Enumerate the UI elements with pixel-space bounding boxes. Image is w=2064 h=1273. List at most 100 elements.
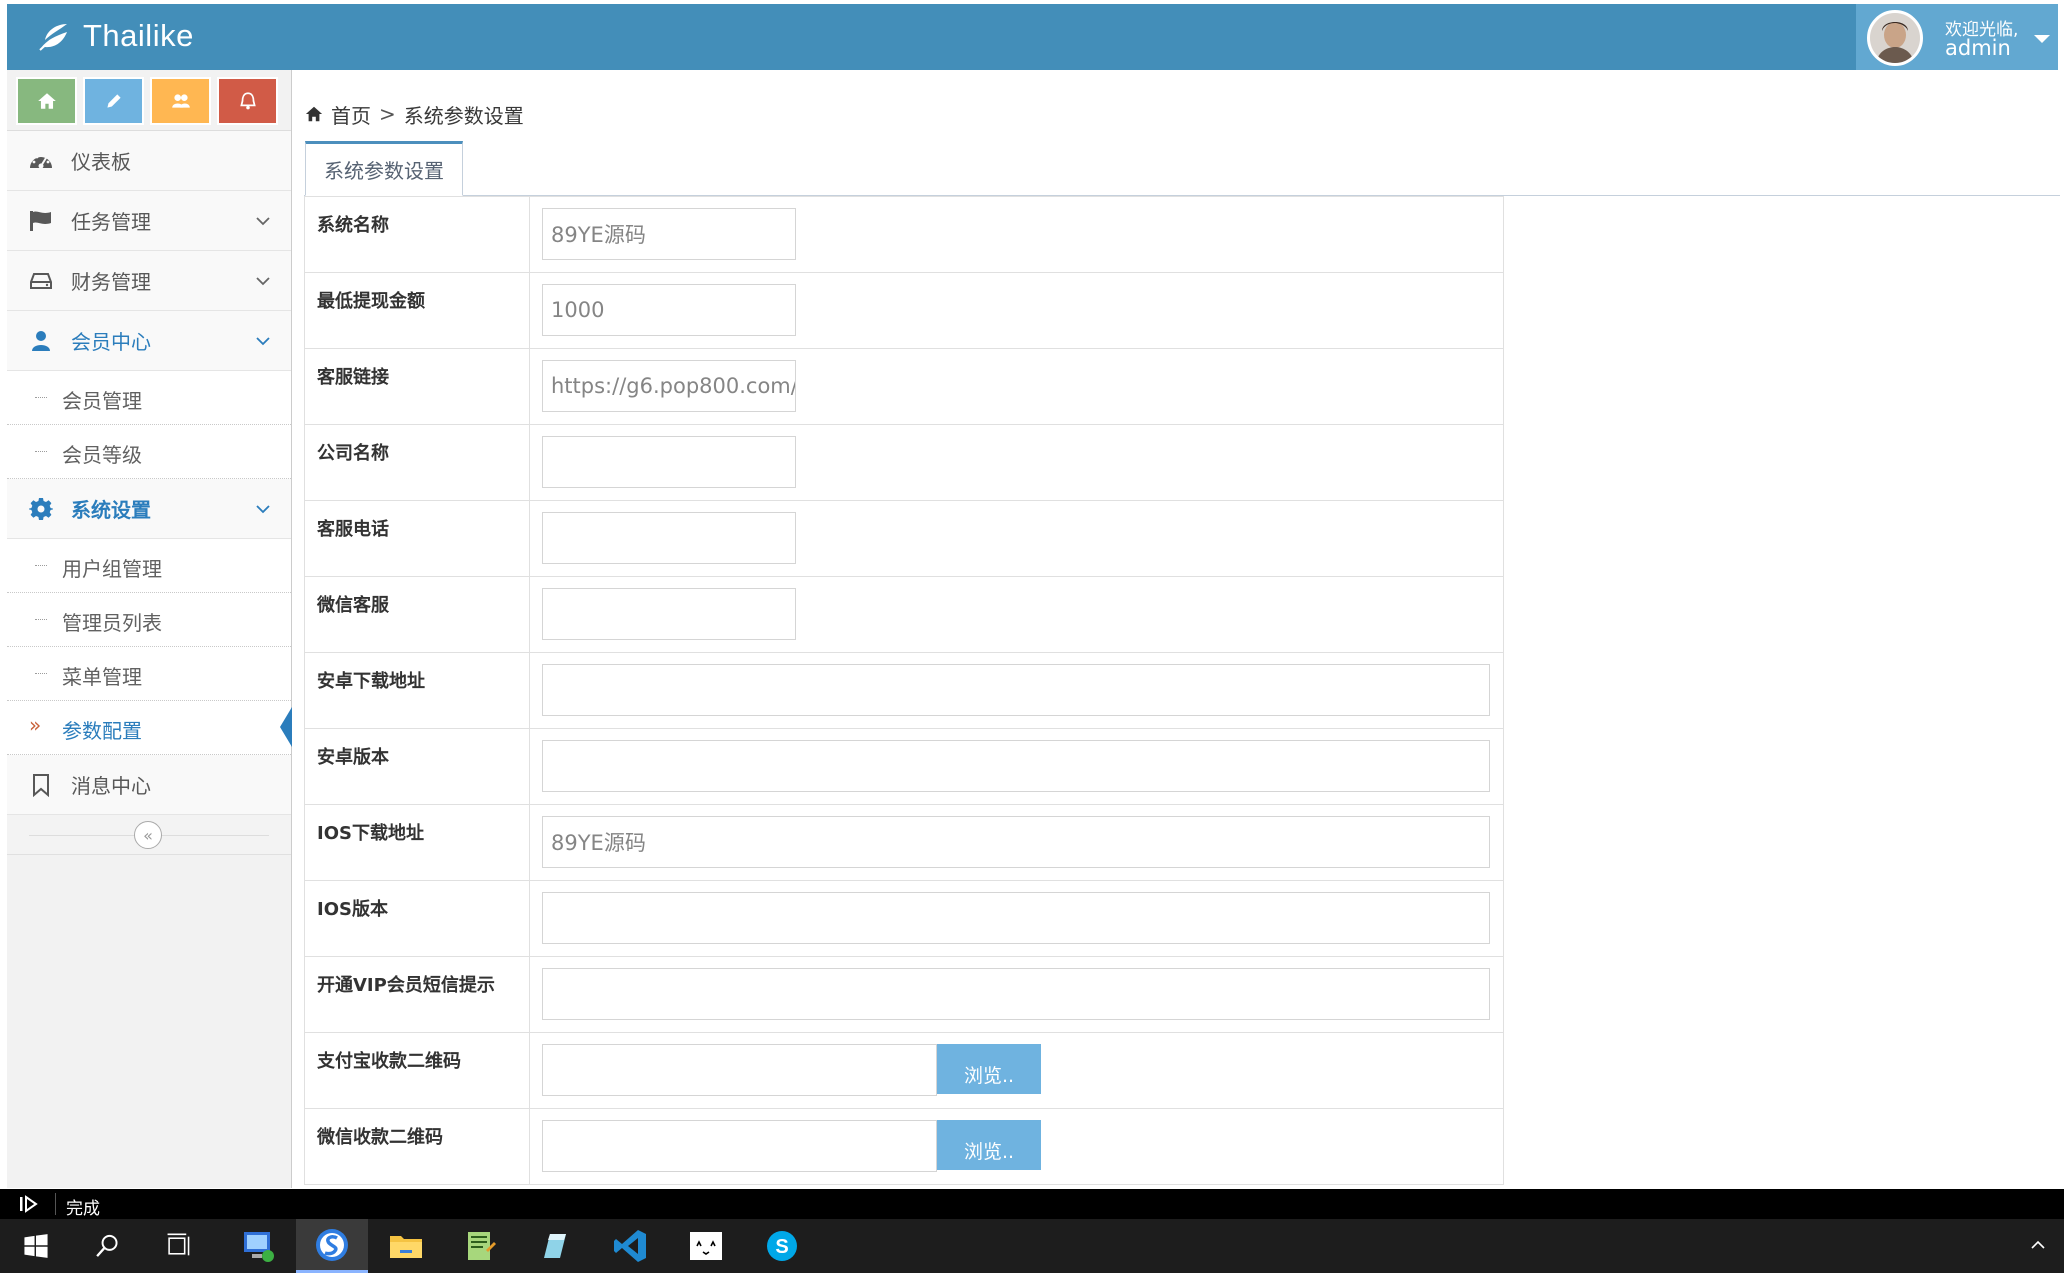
shortcut-home-button[interactable] <box>16 77 77 125</box>
brand-logo[interactable]: Thailike <box>37 16 194 56</box>
breadcrumb-home-link[interactable]: 首页 <box>331 100 371 129</box>
text-input[interactable] <box>542 512 796 564</box>
settings-form: 系统名称 89YE源码 最低提现金额 1000 客服链接 https://g6.pop80… <box>304 196 1504 1185</box>
shortcut-users-button[interactable] <box>150 77 211 125</box>
svg-text:S: S <box>775 1236 788 1258</box>
skype-icon: S <box>767 1231 797 1261</box>
field-cell: 1000 <box>529 272 1504 349</box>
leaf-icon <box>39 24 67 51</box>
form-row: 系统名称 89YE源码 <box>304 196 1504 273</box>
form-row: 支付宝收款二维码 浏览.. <box>304 1032 1504 1109</box>
form-row: 安卓下载地址 <box>304 652 1504 729</box>
cat-app-icon <box>690 1232 722 1260</box>
field-label: 安卓下载地址 <box>304 652 530 729</box>
file-explorer-icon <box>390 1236 422 1258</box>
vscode-icon <box>614 1230 646 1262</box>
sidebar-item-dashboard[interactable]: 仪表板 <box>7 131 291 191</box>
sidebar-subitem-label: 用户组管理 <box>62 557 162 581</box>
user-menu[interactable]: 欢迎光临, admin <box>1856 4 2058 70</box>
field-label: 公司名称 <box>304 424 530 501</box>
caret-down-icon <box>2034 35 2050 43</box>
sidebar-item-tasks[interactable]: 任务管理 <box>7 191 291 251</box>
sidebar-item-system-settings[interactable]: 系统设置 <box>7 479 291 539</box>
file-path-field[interactable] <box>542 1044 937 1096</box>
text-input[interactable] <box>542 436 796 488</box>
sidebar-subitem-member-levels[interactable]: 会员等级 <box>7 425 291 479</box>
cog-icon <box>27 496 55 522</box>
field-label: IOS下载地址 <box>304 804 530 881</box>
sidebar-subitem-label: 管理员列表 <box>62 611 162 635</box>
form-row: 客服链接 https://g6.pop800.com/ <box>304 348 1504 425</box>
sidebar-item-messages[interactable]: 消息中心 <box>7 755 291 815</box>
sidebar-subitem-member-management[interactable]: 会员管理 <box>7 371 291 425</box>
taskbar-app-file-explorer[interactable] <box>370 1219 442 1273</box>
sidebar-item-members[interactable]: 会员中心 <box>7 311 291 371</box>
tab-system-parameters[interactable]: 系统参数设置 <box>305 141 463 196</box>
field-label: 开通VIP会员短信提示 <box>304 956 530 1033</box>
shortcut-edit-button[interactable] <box>83 77 144 125</box>
user-icon <box>27 328 55 354</box>
taskbar-search-button[interactable] <box>72 1219 144 1273</box>
field-label: 安卓版本 <box>304 728 530 805</box>
tab-bar: 系统参数设置 <box>304 141 2060 196</box>
start-button[interactable] <box>0 1219 72 1273</box>
task-view-button[interactable] <box>144 1219 216 1273</box>
chevron-down-icon <box>256 505 270 514</box>
text-input[interactable] <box>542 968 1490 1020</box>
bell-icon <box>239 92 256 110</box>
text-input[interactable]: 89YE源码 <box>542 208 796 260</box>
field-cell <box>529 956 1504 1033</box>
sidebar-item-finance[interactable]: 财务管理 <box>7 251 291 311</box>
chevron-up-icon[interactable] <box>2030 1237 2046 1253</box>
taskbar-app-vscode[interactable] <box>594 1219 666 1273</box>
sidebar-subitem-admin-list[interactable]: 管理员列表 <box>7 593 291 647</box>
username: admin <box>1945 36 2011 60</box>
breadcrumb: 首页 > 系统参数设置 <box>305 100 524 128</box>
field-cell: 89YE源码 <box>529 804 1504 881</box>
text-input[interactable]: 89YE源码 <box>542 816 1490 868</box>
text-input[interactable]: 1000 <box>542 284 796 336</box>
taskbar-app-sogou-browser[interactable] <box>296 1219 368 1273</box>
taskbar-app-editor[interactable] <box>518 1219 590 1273</box>
form-row: IOS版本 <box>304 880 1504 957</box>
flag-icon <box>27 208 55 234</box>
hdd-icon <box>27 268 55 294</box>
field-label: 支付宝收款二维码 <box>304 1032 530 1109</box>
browse-button[interactable]: 浏览.. <box>937 1044 1041 1094</box>
text-input[interactable] <box>542 588 796 640</box>
file-upload: 浏览.. <box>542 1120 1491 1172</box>
members-submenu: 会员管理 会员等级 <box>7 371 291 479</box>
collapse-sidebar-button[interactable]: « <box>134 821 162 849</box>
taskbar-app-notepad[interactable] <box>444 1219 516 1273</box>
status-text: 完成 <box>66 1199 100 1219</box>
form-row: 安卓版本 <box>304 728 1504 805</box>
sidebar-shortcuts <box>7 70 291 131</box>
field-label: 微信收款二维码 <box>304 1108 530 1185</box>
form-row: 最低提现金额 1000 <box>304 272 1504 349</box>
sidebar-subitem-parameter-config[interactable]: » 参数配置 <box>7 701 292 755</box>
shortcut-notify-button[interactable] <box>217 77 278 125</box>
taskbar-app-network[interactable] <box>222 1219 294 1273</box>
field-cell: https://g6.pop800.com/ <box>529 348 1504 425</box>
text-input[interactable] <box>542 892 1490 944</box>
browse-button[interactable]: 浏览.. <box>937 1120 1041 1170</box>
breadcrumb-current: 系统参数设置 <box>403 103 524 128</box>
windows-taskbar: S <box>0 1219 2064 1273</box>
text-input[interactable]: https://g6.pop800.com/ <box>542 360 796 412</box>
sidebar-subitem-user-groups[interactable]: 用户组管理 <box>7 539 291 593</box>
active-pointer <box>280 707 292 747</box>
taskbar-app-cat[interactable] <box>670 1219 742 1273</box>
text-input[interactable] <box>542 664 1490 716</box>
form-row: 开通VIP会员短信提示 <box>304 956 1504 1033</box>
text-input[interactable] <box>542 740 1490 792</box>
sidebar-subitem-menu-management[interactable]: 菜单管理 <box>7 647 291 701</box>
sidebar-item-label: 任务管理 <box>71 210 151 234</box>
sidebar-subitem-label: 会员管理 <box>62 389 142 413</box>
field-label: 客服链接 <box>304 348 530 425</box>
sidebar: 仪表板 任务管理 财务管理 会员中心 会员管理 会员等级 系统设置 用户组管理 … <box>7 70 292 1188</box>
notepad-icon <box>468 1232 496 1260</box>
file-path-field[interactable] <box>542 1120 937 1172</box>
taskbar-app-skype[interactable]: S <box>746 1219 818 1273</box>
network-app-icon <box>244 1232 274 1262</box>
field-cell <box>529 576 1504 653</box>
